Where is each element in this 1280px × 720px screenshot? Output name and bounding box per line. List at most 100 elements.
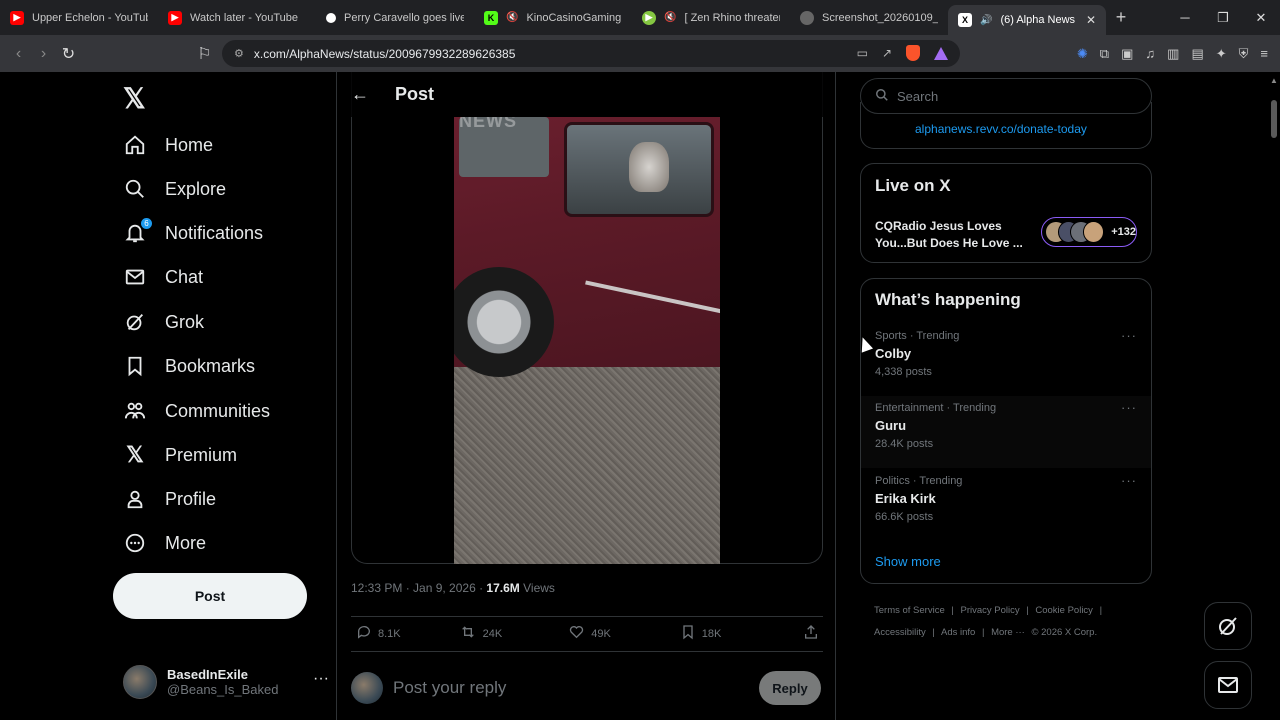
post-header: ← Post <box>337 72 835 117</box>
media-icon[interactable]: ♫ <box>1145 46 1155 61</box>
home-icon <box>123 133 147 157</box>
footer-link[interactable]: Ads info <box>941 627 975 638</box>
search-input[interactable]: Search <box>860 78 1152 114</box>
puzzle-icon[interactable]: ⧉ <box>1100 46 1109 62</box>
more-dots-icon[interactable]: ··· <box>1121 473 1137 488</box>
url-field[interactable]: ⚙ x.com/AlphaNews/status/200967993228962… <box>222 40 960 67</box>
x-logo-icon[interactable]: 𝕏 <box>123 82 146 115</box>
reply-input[interactable]: Post your reply <box>393 678 506 698</box>
trend-item[interactable]: Sports · Trending Colby 4,338 posts ··· <box>861 324 1151 396</box>
scroll-up-icon[interactable]: ▲ <box>1270 76 1278 85</box>
cast-icon[interactable]: ▭ <box>857 46 868 60</box>
menu-icon[interactable]: ≡ <box>1260 46 1268 61</box>
tab-perry-caravello[interactable]: Perry Caravello goes live | <box>316 0 474 35</box>
muted-icon[interactable]: 🔇 <box>664 12 676 23</box>
repost-action[interactable]: 24K <box>459 624 502 644</box>
footer-link[interactable]: More ··· <box>991 627 1025 638</box>
brave-shields-icon[interactable] <box>906 45 920 61</box>
donate-link[interactable]: alphanews.revv.co/donate-today <box>915 122 1087 136</box>
x-page: 𝕏 Home Explore 6 Notifications Chat Grok… <box>0 72 1268 720</box>
main-column: NEWS ← Post 12:33 PM · Jan 9, 2026 · 17.… <box>336 72 836 720</box>
nav-more[interactable]: More <box>123 523 206 563</box>
more-circle-icon <box>123 531 147 555</box>
post-meta: 12:33 PM · Jan 9, 2026 · 17.6M Views <box>351 581 555 595</box>
bell-icon: 6 <box>123 217 153 245</box>
scrollbar-thumb[interactable] <box>1271 100 1277 138</box>
tab-alpha-news[interactable]: X 🔊 (6) Alpha News on ✕ <box>948 5 1106 35</box>
live-listeners[interactable]: +132 <box>1041 217 1137 247</box>
page-scrollbar[interactable]: ▲ <box>1268 72 1280 720</box>
footer-link[interactable]: Cookie Policy <box>1035 605 1093 616</box>
messages-float-button[interactable] <box>1204 661 1252 709</box>
bookmark-action[interactable]: 18K <box>680 624 721 644</box>
site-settings-icon[interactable]: ⚙ <box>234 47 244 60</box>
people-icon <box>123 399 147 423</box>
trend-item[interactable]: Politics · Trending Erika Kirk 66.6K pos… <box>861 469 1151 541</box>
tab-watch-later[interactable]: ▶ Watch later - YouTube <box>158 0 316 35</box>
nav-grok[interactable]: Grok <box>123 302 204 342</box>
reply-button[interactable]: Reply <box>759 671 821 705</box>
post-timestamp[interactable]: 12:33 PM · Jan 9, 2026 · <box>351 581 486 595</box>
close-window-icon[interactable]: ✕ <box>1242 10 1280 26</box>
wallet-icon[interactable]: ▤ <box>1191 46 1203 62</box>
tab-upper-echelon[interactable]: ▶ Upper Echelon - YouTube <box>0 0 158 35</box>
account-switcher[interactable]: BasedInExile @Beans_Is_Baked ··· <box>123 660 329 704</box>
muted-icon[interactable]: 🔇 <box>506 12 518 23</box>
footer-link[interactable]: Terms of Service <box>874 605 945 616</box>
bookmark-icon <box>680 624 696 644</box>
post-video[interactable]: NEWS <box>454 117 720 564</box>
back-nav-icon[interactable]: ‹ <box>6 45 31 63</box>
nav-explore[interactable]: Explore <box>123 169 226 209</box>
nav-profile[interactable]: Profile <box>123 479 216 519</box>
tab-screenshot[interactable]: Screenshot_20260109_234 <box>790 0 948 35</box>
forward-nav-icon[interactable]: › <box>31 45 56 63</box>
more-dots-icon[interactable]: ··· <box>1121 328 1137 343</box>
live-space-title[interactable]: CQRadio Jesus Loves You...But Does He Lo… <box>875 218 1035 252</box>
new-tab-button[interactable]: + <box>1106 7 1136 28</box>
reply-icon <box>356 624 372 644</box>
mail-icon <box>1218 677 1238 693</box>
extension-icon[interactable]: ✺ <box>1077 46 1088 62</box>
footer-link[interactable]: Accessibility <box>874 627 926 638</box>
nav-communities[interactable]: Communities <box>123 391 270 431</box>
reply-action[interactable]: 8.1K <box>356 624 401 644</box>
back-arrow-icon[interactable]: ← <box>351 84 369 105</box>
reply-composer: Post your reply Reply <box>351 668 823 708</box>
nav-chat[interactable]: Chat <box>123 257 203 297</box>
share-action[interactable] <box>803 624 819 644</box>
restore-icon[interactable]: ❐ <box>1204 10 1242 26</box>
show-more-link[interactable]: Show more <box>875 554 941 569</box>
post-actions: 8.1K 24K 49K 18K <box>351 616 823 652</box>
compose-post-button[interactable]: Post <box>113 573 307 619</box>
patreon-icon <box>326 12 336 23</box>
extension-icon[interactable]: ▣ <box>1121 46 1133 62</box>
minimize-icon[interactable]: ─ <box>1166 10 1204 25</box>
like-action[interactable]: 49K <box>568 624 611 644</box>
brave-rewards-icon[interactable] <box>934 46 948 60</box>
tab-kinocasino[interactable]: K 🔇 KinoCasinoGaming Stre <box>474 0 632 35</box>
tab-zen-rhino[interactable]: ▶ 🔇 [ Zen Rhino threatene <box>632 0 790 35</box>
extensions-toolbar: ✺ ⧉ ▣ ♫ ▥ ▤ ✦ ⛨ ≡ <box>1077 35 1268 72</box>
more-dots-icon[interactable]: ··· <box>1121 400 1137 415</box>
views-count: 17.6M <box>486 581 520 595</box>
trend-item[interactable]: Entertainment · Trending Guru 28.4K post… <box>861 396 1151 468</box>
footer-link[interactable]: Privacy Policy <box>961 605 1020 616</box>
person-icon <box>123 487 147 511</box>
search-icon <box>123 177 147 201</box>
bookmark-page-icon[interactable]: ⚐ <box>192 44 217 64</box>
grok-float-button[interactable] <box>1204 602 1252 650</box>
leo-icon[interactable]: ✦ <box>1216 46 1227 62</box>
nav-notifications[interactable]: 6 Notifications <box>123 213 263 253</box>
sidebar-icon[interactable]: ▥ <box>1167 46 1179 62</box>
vpn-icon[interactable]: ⛨ <box>1239 46 1249 62</box>
nav-premium[interactable]: 𝕏 Premium <box>123 435 237 475</box>
close-tab-icon[interactable]: ✕ <box>1086 13 1096 27</box>
window-controls: ─ ❐ ✕ <box>1166 0 1280 35</box>
x-icon: X <box>958 13 972 27</box>
nav-bookmarks[interactable]: Bookmarks <box>123 346 255 386</box>
reload-icon[interactable]: ↻ <box>56 44 81 64</box>
nav-home[interactable]: Home <box>123 125 213 165</box>
more-dots-icon[interactable]: ··· <box>313 670 329 688</box>
share-icon[interactable]: ↗ <box>882 46 892 60</box>
sound-icon[interactable]: 🔊 <box>980 15 992 26</box>
